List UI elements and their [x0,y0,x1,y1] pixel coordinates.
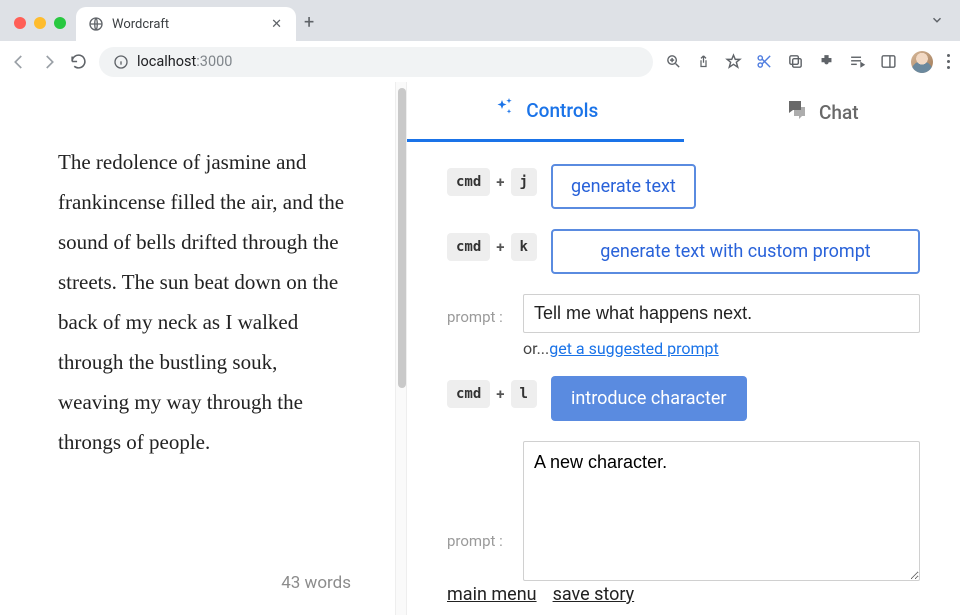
minimize-window-button[interactable] [34,17,46,29]
zoom-icon[interactable] [665,53,682,70]
panel-tabs: Controls Chat [407,82,960,142]
key-mod: cmd [447,168,490,196]
action-generate: cmd + j generate text [447,164,920,209]
reload-button[interactable] [70,53,87,70]
forward-button[interactable] [40,53,58,71]
close-tab-icon[interactable]: ✕ [269,17,284,32]
tab-title: Wordcraft [112,17,261,32]
custom-prompt-input[interactable] [523,294,920,333]
scrollbar-thumb[interactable] [398,88,406,388]
hint-text: or...get a suggested prompt [523,339,719,358]
plus-icon: + [496,173,504,191]
custom-prompt-row: prompt : [447,294,920,333]
introduce-prompt-row: prompt : [447,441,920,581]
tab-bar: Wordcraft ✕ + [0,0,960,41]
plus-icon: + [496,385,504,403]
panel-body: cmd + j generate text cmd + k generate t… [407,142,960,615]
browser-tab[interactable]: Wordcraft ✕ [76,7,296,41]
introduce-prompt-textarea[interactable] [523,441,920,581]
toolbar-right-icons [665,51,950,73]
profile-avatar[interactable] [911,51,933,73]
prompt-label: prompt : [447,308,509,326]
tab-controls[interactable]: Controls [407,82,684,142]
key-letter: l [511,380,537,408]
right-panel: Controls Chat cmd + j generate text [407,82,960,615]
app: The redolence of jasmine and frankincens… [0,82,960,615]
hint-row: or...get a suggested prompt [447,339,920,358]
maximize-window-button[interactable] [54,17,66,29]
sidepanel-icon[interactable] [880,53,897,70]
back-button[interactable] [10,53,28,71]
shortcut: cmd + j [447,168,537,196]
menu-button[interactable] [947,54,950,69]
key-letter: k [511,233,537,261]
main-menu-link[interactable]: main menu [447,584,537,605]
tab-chat-label: Chat [819,101,859,124]
chat-icon [785,98,809,127]
editor-pane: The redolence of jasmine and frankincens… [0,82,395,615]
site-info-icon[interactable] [113,54,129,70]
sparkle-icon [492,96,516,125]
globe-icon [88,16,104,32]
tab-chat[interactable]: Chat [684,82,960,142]
toolbar: localhost:3000 [0,41,960,82]
scissors-icon[interactable] [756,53,773,70]
bookmark-star-icon[interactable] [725,53,742,70]
introduce-character-button[interactable]: introduce character [551,376,747,421]
action-generate-custom: cmd + k generate text with custom prompt [447,229,920,274]
key-mod: cmd [447,380,490,408]
generate-text-button[interactable]: generate text [551,164,696,209]
close-window-button[interactable] [14,17,26,29]
suggested-prompt-link[interactable]: get a suggested prompt [549,339,718,358]
copy-icon[interactable] [787,53,804,70]
footer-links: main menu save story [447,584,634,605]
extensions-icon[interactable] [818,53,835,70]
shortcut: cmd + l [447,380,537,408]
word-count: 43 words [281,573,351,593]
save-story-link[interactable]: save story [553,584,635,605]
key-letter: j [511,168,537,196]
plus-icon: + [496,238,504,256]
share-icon[interactable] [696,54,711,69]
story-text[interactable]: The redolence of jasmine and frankincens… [58,142,347,462]
scrollbar-track[interactable] [395,82,407,615]
prompt-label: prompt : [447,532,509,550]
address-bar[interactable]: localhost:3000 [99,47,653,77]
playlist-icon[interactable] [849,53,866,70]
generate-custom-button[interactable]: generate text with custom prompt [551,229,920,274]
browser-chrome: Wordcraft ✕ + localhost:3000 [0,0,960,82]
shortcut: cmd + k [447,233,537,261]
new-tab-button[interactable]: + [304,12,314,33]
tabs-overflow-icon[interactable] [930,12,944,31]
key-mod: cmd [447,233,490,261]
tab-controls-label: Controls [526,99,598,122]
window-controls [14,17,66,29]
action-introduce: cmd + l introduce character [447,376,920,421]
url-text: localhost:3000 [137,53,232,70]
